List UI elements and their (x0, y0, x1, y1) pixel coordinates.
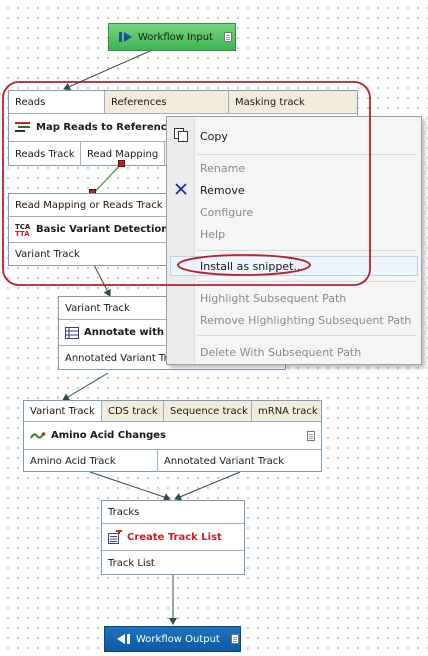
output-handle[interactable] (118, 160, 125, 167)
output-arrow-icon (117, 634, 130, 644)
port-track-list[interactable]: Track List (102, 551, 244, 575)
menu-item-help[interactable]: Help (200, 224, 225, 244)
port-label: mRNA track (258, 405, 318, 417)
port-label: Tracks (108, 506, 140, 518)
port-amino-acid-track[interactable]: Amino Acid Track (24, 450, 158, 472)
input-arrow-icon (119, 32, 132, 42)
document-icon (307, 430, 315, 441)
context-menu: Copy Rename Remove Configure Help Instal… (166, 116, 422, 365)
menu-item-remove-highlighting[interactable]: Remove Highlighting Subsequent Path (200, 310, 411, 330)
port-references[interactable]: References (105, 91, 229, 113)
amino-acid-title: Amino Acid Changes (51, 430, 167, 441)
menu-item-configure[interactable]: Configure (200, 202, 253, 222)
workflow-input-label: Workflow Input (138, 31, 213, 43)
port-mrna-track[interactable]: mRNA track (252, 401, 321, 421)
port-aa-annotated-variant-track[interactable]: Annotated Variant Track (158, 450, 321, 472)
table-icon (65, 326, 79, 339)
track-list-title: Create Track List (127, 531, 222, 543)
document-icon (230, 634, 239, 644)
workflow-output-node[interactable]: Workflow Output (104, 626, 241, 652)
port-label: References (111, 96, 167, 108)
port-tracks[interactable]: Tracks (102, 501, 244, 523)
port-sequence-track[interactable]: Sequence track (164, 401, 252, 421)
variant-detection-title: Basic Variant Detection (36, 224, 169, 235)
port-masking-track[interactable]: Masking track (229, 91, 357, 113)
port-label: Variant Track (65, 302, 130, 314)
port-aa-variant-track[interactable]: Variant Track (24, 401, 102, 421)
menu-separator (197, 281, 417, 282)
amino-acid-icon (30, 431, 46, 439)
connector-variant-to-annotate (93, 264, 111, 297)
port-label: Sequence track (170, 405, 248, 417)
copy-icon (174, 128, 188, 142)
menu-separator (197, 154, 417, 155)
port-label: Reads (15, 96, 46, 108)
port-label: Read Mapping or Reads Track (15, 199, 163, 211)
connector-annotate-to-aa (62, 372, 109, 401)
port-label: Reads Track (15, 148, 75, 160)
remove-x-icon (175, 183, 187, 195)
connector-annotated-to-tracks (174, 471, 241, 501)
workflow-output-label: Workflow Output (136, 633, 220, 645)
amino-acid-changes-element[interactable]: Variant Track CDS track Sequence track m… (23, 400, 322, 472)
menu-item-rename[interactable]: Rename (200, 158, 245, 178)
menu-item-highlight-path[interactable]: Highlight Subsequent Path (200, 288, 346, 308)
port-reads[interactable]: Reads (9, 91, 105, 113)
port-label: Annotated Variant Track (164, 455, 285, 467)
menu-separator (197, 335, 417, 336)
map-reads-icon (15, 121, 30, 132)
menu-separator (197, 250, 417, 251)
annotate-title: Annotate with C (84, 327, 175, 338)
connector-aaTrack-to-tracks (89, 471, 171, 501)
port-reads-track[interactable]: Reads Track (9, 142, 81, 166)
create-track-list-element[interactable]: Tracks Create Track List Track List (101, 500, 245, 575)
svg-text:TTA: TTA (15, 230, 30, 237)
annotate-title-row: Annotate with C (59, 320, 181, 345)
port-label: Variant Track (15, 249, 80, 260)
port-label: CDS track (108, 405, 158, 417)
track-list-icon (108, 530, 122, 544)
map-reads-title-row: Map Reads to Reference (9, 114, 179, 141)
menu-icon-gutter (167, 117, 195, 364)
track-list-title-row: Create Track List (102, 524, 228, 550)
menu-item-remove[interactable]: Remove (200, 180, 245, 200)
connector-readmapping-to-variant (92, 163, 122, 195)
workflow-input-node[interactable]: Workflow Input (108, 23, 236, 51)
port-label: Read Mapping (87, 148, 159, 160)
connector-input-to-reads (63, 50, 151, 91)
map-reads-title: Map Reads to Reference (36, 122, 174, 133)
menu-item-copy[interactable]: Copy (200, 126, 228, 146)
menu-item-install-snippet[interactable]: Install as snippet... (200, 256, 304, 276)
amino-acid-title-row: Amino Acid Changes (24, 422, 321, 449)
port-label: Track List (108, 557, 155, 569)
port-label: Annotated Variant Tr (65, 352, 168, 364)
menu-item-delete-path[interactable]: Delete With Subsequent Path (200, 342, 361, 362)
dna-letters-icon: TCA TTA (15, 223, 31, 237)
port-cds-track[interactable]: CDS track (102, 401, 164, 421)
port-label: Amino Acid Track (30, 455, 116, 467)
port-label: Masking track (235, 96, 305, 108)
variant-detection-title-row: TCA TTA Basic Variant Detection (9, 217, 174, 242)
port-label: Variant Track (30, 405, 95, 417)
document-icon (224, 32, 232, 42)
